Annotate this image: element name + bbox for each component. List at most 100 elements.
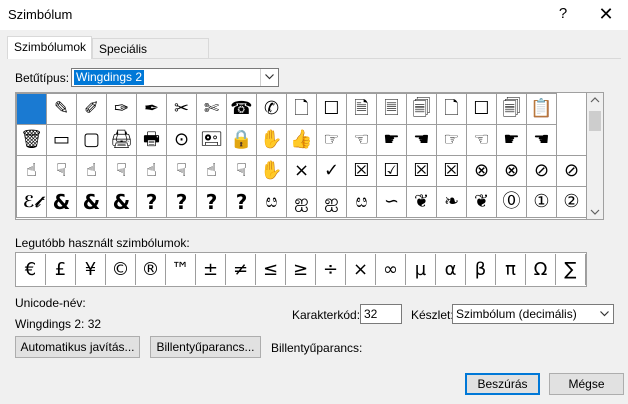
symbol-cell[interactable]: ▢ xyxy=(76,124,107,156)
symbol-cell[interactable]: 📋 xyxy=(526,93,557,125)
recent-symbol-cell[interactable]: ∞ xyxy=(376,254,406,285)
symbol-cell[interactable]: ? xyxy=(226,186,257,218)
symbol-grid[interactable]: ✎ ✐ ✑ ✒ ✂ ✄ ☎ ✆ 🗋 ☐ 🗎 🗏 🗐 🗋 ☐ 🗐 📋 🗑 ▭ ▢ 🖨 🖶 ⊙ 🖭 🔒 ✋ 👍 ☞ ☜ ☛ ☚ ☞ ☜ ☛ ☚ ☝ ☟ ☝ ☟ ☝… xyxy=(15,92,587,220)
recent-symbol-cell[interactable]: ™ xyxy=(166,254,196,285)
symbol-cell[interactable]: 🖶 xyxy=(136,124,167,156)
recent-symbol-cell[interactable]: µ xyxy=(406,254,436,285)
symbol-cell[interactable]: ✋ xyxy=(256,155,287,187)
symbol-cell[interactable]: ☐ xyxy=(466,93,497,125)
font-select[interactable]: Wingdings 2 xyxy=(71,68,279,87)
symbol-cell[interactable]: ☝ xyxy=(76,155,107,187)
symbol-cell[interactable]: ⊘ xyxy=(526,155,557,187)
symbol-cell[interactable]: ☚ xyxy=(526,124,557,156)
symbol-cell[interactable]: ☝ xyxy=(196,155,227,187)
symbol-cell[interactable]: ⓪ xyxy=(496,186,527,218)
recent-symbol-cell[interactable]: ∑ xyxy=(556,254,586,285)
symbol-cell[interactable]: ② xyxy=(556,186,587,218)
symbol-cell[interactable]: ☟ xyxy=(46,155,77,187)
symbol-cell[interactable]: ✑ xyxy=(106,93,137,125)
symbol-cell[interactable]: ✋ xyxy=(256,124,287,156)
recent-symbols-row[interactable]: € £ ¥ © ® ™ ± ≠ ≤ ≥ ÷ × ∞ µ α β π Ω ∑ xyxy=(15,252,587,287)
symbol-grid-scrollbar[interactable] xyxy=(587,92,604,220)
symbol-cell[interactable]: 🗐 xyxy=(406,93,437,125)
symbol-cell[interactable]: ☞ xyxy=(436,124,467,156)
symbol-cell[interactable]: ☛ xyxy=(376,124,407,156)
recent-symbol-cell[interactable]: ≠ xyxy=(226,254,256,285)
symbol-cell[interactable]: ☒ xyxy=(436,155,467,187)
recent-symbol-cell[interactable]: ± xyxy=(196,254,226,285)
symbol-cell[interactable]: ✒ xyxy=(136,93,167,125)
scroll-down-icon[interactable] xyxy=(590,209,600,215)
symbol-cell[interactable]: ☒ xyxy=(346,155,377,187)
help-icon[interactable]: ? xyxy=(553,4,573,24)
chevron-down-icon[interactable] xyxy=(260,69,278,86)
symbol-cell[interactable]: ? xyxy=(166,186,197,218)
symbol-cell[interactable]: ⊙ xyxy=(166,124,197,156)
recent-symbol-cell[interactable]: β xyxy=(466,254,496,285)
shortcut-key-button[interactable]: Billentyűparancs... xyxy=(150,336,261,358)
symbol-cell[interactable]: ⊗ xyxy=(466,155,497,187)
symbol-cell[interactable]: & xyxy=(106,186,137,218)
symbol-cell[interactable]: ☚ xyxy=(406,124,437,156)
recent-symbol-cell[interactable]: ≤ xyxy=(256,254,286,285)
cancel-button[interactable]: Mégse xyxy=(549,373,624,395)
symbol-cell[interactable]: ⊘ xyxy=(556,155,587,187)
symbol-cell[interactable]: ☟ xyxy=(106,155,137,187)
recent-symbol-cell[interactable]: £ xyxy=(46,254,76,285)
recent-symbol-cell[interactable]: © xyxy=(106,254,136,285)
symbol-cell[interactable]: ☞ xyxy=(316,124,347,156)
symbol-cell[interactable]: ೞ xyxy=(256,186,287,218)
recent-symbol-cell[interactable]: ≥ xyxy=(286,254,316,285)
insert-button[interactable]: Beszúrás xyxy=(465,373,540,395)
symbol-cell[interactable]: ☎ xyxy=(226,93,257,125)
symbol-cell[interactable]: ❧ xyxy=(436,186,467,218)
symbol-cell[interactable]: 🗐 xyxy=(496,93,527,125)
symbol-cell[interactable]: ☟ xyxy=(166,155,197,187)
symbol-cell[interactable]: 🖭 xyxy=(196,124,227,156)
symbol-cell[interactable]: ℰ𝓉 xyxy=(16,186,47,218)
tab-symbols[interactable]: Szimbólumok xyxy=(7,36,92,59)
symbol-cell[interactable]: ☛ xyxy=(496,124,527,156)
symbol-cell[interactable]: ೞ xyxy=(346,186,377,218)
symbol-cell[interactable] xyxy=(16,93,47,125)
symbol-cell[interactable]: ∽ xyxy=(376,186,407,218)
symbol-cell[interactable]: ☝ xyxy=(136,155,167,187)
symbol-cell[interactable]: × xyxy=(286,155,317,187)
symbol-cell[interactable]: 👍 xyxy=(286,124,317,156)
symbol-cell[interactable]: ? xyxy=(136,186,167,218)
symbol-cell[interactable]: ☑ xyxy=(376,155,407,187)
autocorrect-button[interactable]: Automatikus javítás... xyxy=(15,336,140,358)
symbol-cell[interactable]: ☜ xyxy=(346,124,377,156)
symbol-cell[interactable]: 🖨 xyxy=(106,124,137,156)
symbol-cell[interactable]: ☒ xyxy=(406,155,437,187)
recent-symbol-cell[interactable]: ÷ xyxy=(316,254,346,285)
charset-select[interactable]: Szimbólum (decimális) xyxy=(452,304,614,324)
symbol-cell[interactable]: 🗋 xyxy=(286,93,317,125)
recent-symbol-cell[interactable]: × xyxy=(346,254,376,285)
symbol-cell[interactable]: ▭ xyxy=(46,124,77,156)
symbol-cell[interactable]: ✎ xyxy=(46,93,77,125)
symbol-cell[interactable]: ஐ xyxy=(286,186,317,218)
recent-symbol-cell[interactable]: π xyxy=(496,254,526,285)
symbol-cell[interactable]: ☜ xyxy=(466,124,497,156)
recent-symbol-cell[interactable]: € xyxy=(16,254,46,285)
symbol-cell[interactable]: 🗎 xyxy=(346,93,377,125)
recent-symbol-cell[interactable]: α xyxy=(436,254,466,285)
symbol-cell[interactable]: ✓ xyxy=(316,155,347,187)
symbol-cell[interactable]: ✄ xyxy=(196,93,227,125)
symbol-cell[interactable]: 🗏 xyxy=(376,93,407,125)
symbol-cell[interactable]: 🔒 xyxy=(226,124,257,156)
scroll-up-icon[interactable] xyxy=(590,97,600,103)
symbol-cell[interactable]: ❦ xyxy=(466,186,497,218)
symbol-cell[interactable]: ① xyxy=(526,186,557,218)
symbol-cell[interactable]: ✆ xyxy=(256,93,287,125)
close-icon[interactable]: ✕ xyxy=(594,4,618,24)
symbol-cell[interactable]: & xyxy=(46,186,77,218)
symbol-cell[interactable]: ஐ xyxy=(316,186,347,218)
symbol-cell[interactable]: ✂ xyxy=(166,93,197,125)
tab-special-characters[interactable]: Speciális karakterek xyxy=(92,38,209,76)
symbol-cell[interactable]: ✐ xyxy=(76,93,107,125)
recent-symbol-cell[interactable]: ¥ xyxy=(76,254,106,285)
recent-symbol-cell[interactable]: ® xyxy=(136,254,166,285)
symbol-cell[interactable]: 🗑 xyxy=(16,124,47,156)
